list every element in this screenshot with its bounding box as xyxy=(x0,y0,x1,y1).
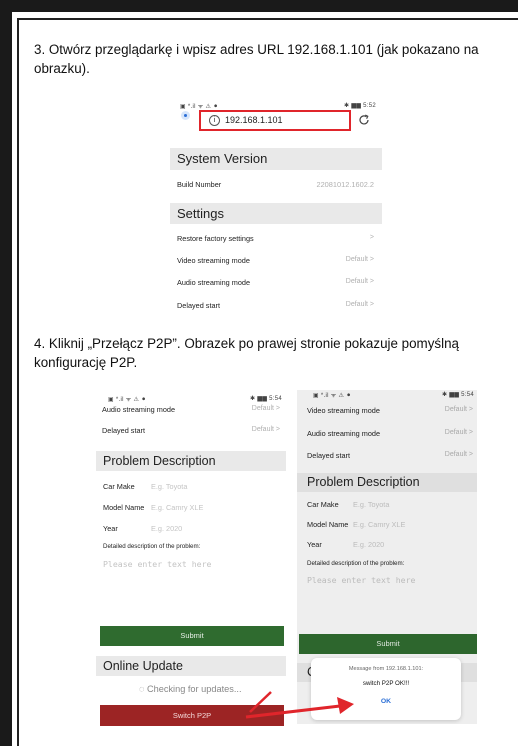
red-arrow-icon xyxy=(245,691,354,719)
